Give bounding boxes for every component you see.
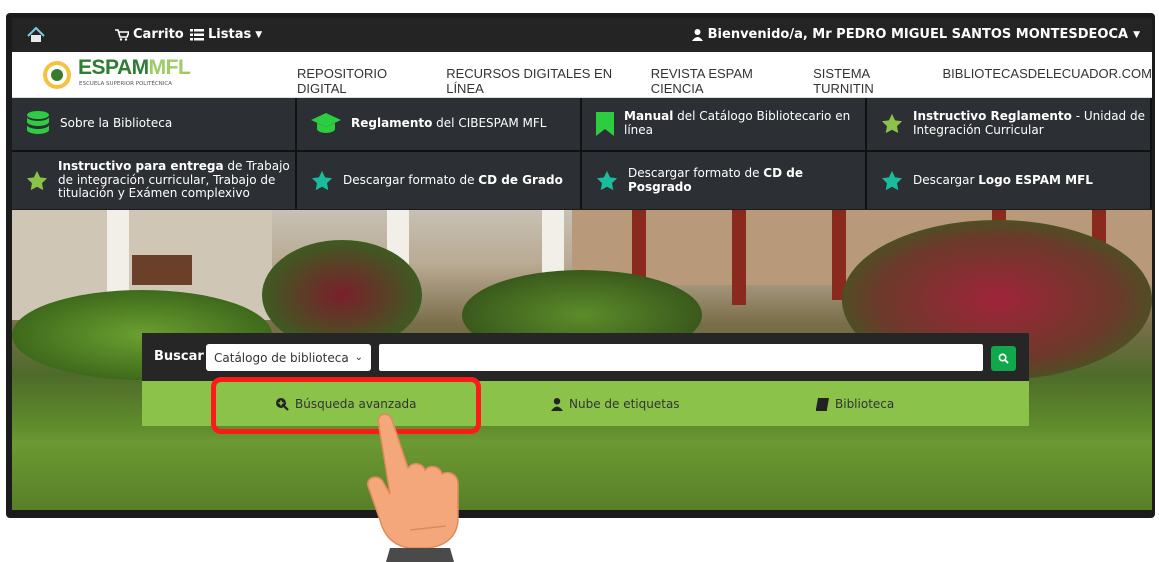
- nav-links: REPOSITORIO DIGITAL RECURSOS DIGITALES E…: [297, 66, 1152, 96]
- tile-bold: Instructivo Reglamento: [913, 109, 1072, 124]
- nav-link-revista[interactable]: REVISTA ESPAM CIENCIA: [651, 66, 788, 96]
- lists-label: Listas: [208, 27, 252, 42]
- star-icon: [881, 113, 903, 134]
- main-navbar: ESPAMMFL ESCUELA SUPERIOR POLITÉCNICA RE…: [12, 52, 1152, 98]
- cart-label: Carrito: [133, 27, 184, 42]
- chevron-down-icon: ⌄: [354, 352, 363, 363]
- tile-bold: Reglamento: [351, 116, 433, 131]
- logo-text-accent: MFL: [148, 56, 191, 79]
- pointing-hand-icon: [367, 413, 459, 562]
- catalog-select-value: Catálogo de biblioteca: [214, 350, 349, 365]
- tile-logo-espam[interactable]: Descargar Logo ESPAM MFL: [867, 152, 1150, 209]
- tile-pre: Descargar formato de: [628, 165, 764, 180]
- espam-logo[interactable]: ESPAMMFL ESCUELA SUPERIOR POLITÉCNICA: [42, 56, 202, 94]
- tag-cloud-link[interactable]: Nube de etiquetas: [551, 397, 680, 411]
- tile-rest: del CIBESPAM MFL: [432, 116, 547, 131]
- nav-link-bibliotecas[interactable]: BIBLIOTECASDELECUADOR.COM: [943, 66, 1153, 96]
- catalog-select[interactable]: Catálogo de biblioteca ⌄: [206, 344, 371, 371]
- book-icon: [816, 397, 829, 411]
- user-icon: [551, 397, 563, 411]
- library-link[interactable]: Biblioteca: [815, 397, 894, 411]
- tile-instructivo-entrega[interactable]: Instructivo para entrega de Trabajo de i…: [12, 152, 295, 209]
- search-label: Buscar: [154, 349, 204, 364]
- search-button[interactable]: [991, 346, 1016, 371]
- tile-reglamento[interactable]: Reglamento del CIBESPAM MFL: [297, 98, 580, 150]
- star-icon: [881, 170, 903, 190]
- logo-subtitle: ESCUELA SUPERIOR POLITÉCNICA: [79, 81, 173, 87]
- user-icon: [691, 28, 703, 41]
- cart-icon: [115, 28, 129, 41]
- tile-bold: Instructivo para entrega: [58, 158, 224, 173]
- bookmark-icon: [596, 112, 614, 136]
- tile-sobre-biblioteca[interactable]: Sobre la Biblioteca: [12, 98, 295, 150]
- quick-links-grid: Sobre la Biblioteca Reglamento del CIBES…: [12, 98, 1152, 209]
- welcome-label: Bienvenido/a, Mr PEDRO MIGUEL SANTOS MON…: [707, 27, 1129, 42]
- logo-text-dark: ESPAM: [78, 56, 149, 79]
- star-icon: [596, 170, 618, 190]
- top-bar: Carrito Listas ▼ Bienvenido/a, Mr PEDRO …: [12, 18, 1152, 52]
- tile-instructivo-reglamento[interactable]: Instructivo Reglamento - Unidad de Integ…: [867, 98, 1150, 150]
- tile-manual[interactable]: Manual del Catálogo Bibliotecario en lín…: [582, 98, 865, 150]
- tile-bold: Manual: [624, 109, 674, 124]
- tile-pre: Descargar: [913, 172, 979, 187]
- database-icon: [27, 111, 49, 134]
- tile-bold: CD de Grado: [478, 172, 563, 187]
- nav-link-repositorio[interactable]: REPOSITORIO DIGITAL: [297, 66, 421, 96]
- chevron-down-icon: ▼: [1133, 29, 1140, 40]
- lists-dropdown[interactable]: Listas ▼: [190, 27, 262, 42]
- user-menu[interactable]: Bienvenido/a, Mr PEDRO MIGUEL SANTOS MON…: [691, 27, 1140, 42]
- tag-cloud-label: Nube de etiquetas: [569, 397, 680, 411]
- star-icon: [26, 170, 48, 190]
- nav-link-recursos[interactable]: RECURSOS DIGITALES EN LÍNEA: [446, 66, 626, 96]
- tile-cd-grado[interactable]: Descargar formato de CD de Grado: [297, 152, 580, 209]
- search-input[interactable]: [379, 344, 983, 371]
- seal-icon: [43, 61, 71, 89]
- home-icon[interactable]: [26, 25, 46, 45]
- tile-cd-posgrado[interactable]: Descargar formato de CD de Posgrado: [582, 152, 865, 209]
- tile-bold: Logo ESPAM MFL: [978, 172, 1093, 187]
- chevron-down-icon: ▼: [255, 29, 263, 40]
- graduation-cap-icon: [311, 113, 341, 133]
- library-label: Biblioteca: [835, 397, 895, 411]
- star-icon: [311, 170, 333, 190]
- list-icon: [190, 28, 204, 40]
- tile-pre: Descargar formato de: [343, 172, 479, 187]
- tile-label: Sobre la Biblioteca: [60, 116, 173, 131]
- search-bar: Buscar Catálogo de biblioteca ⌄: [142, 333, 1029, 381]
- search-icon: [998, 353, 1009, 364]
- cart-link[interactable]: Carrito: [115, 27, 184, 42]
- nav-link-turnitin[interactable]: SISTEMA TURNITIN: [813, 66, 917, 96]
